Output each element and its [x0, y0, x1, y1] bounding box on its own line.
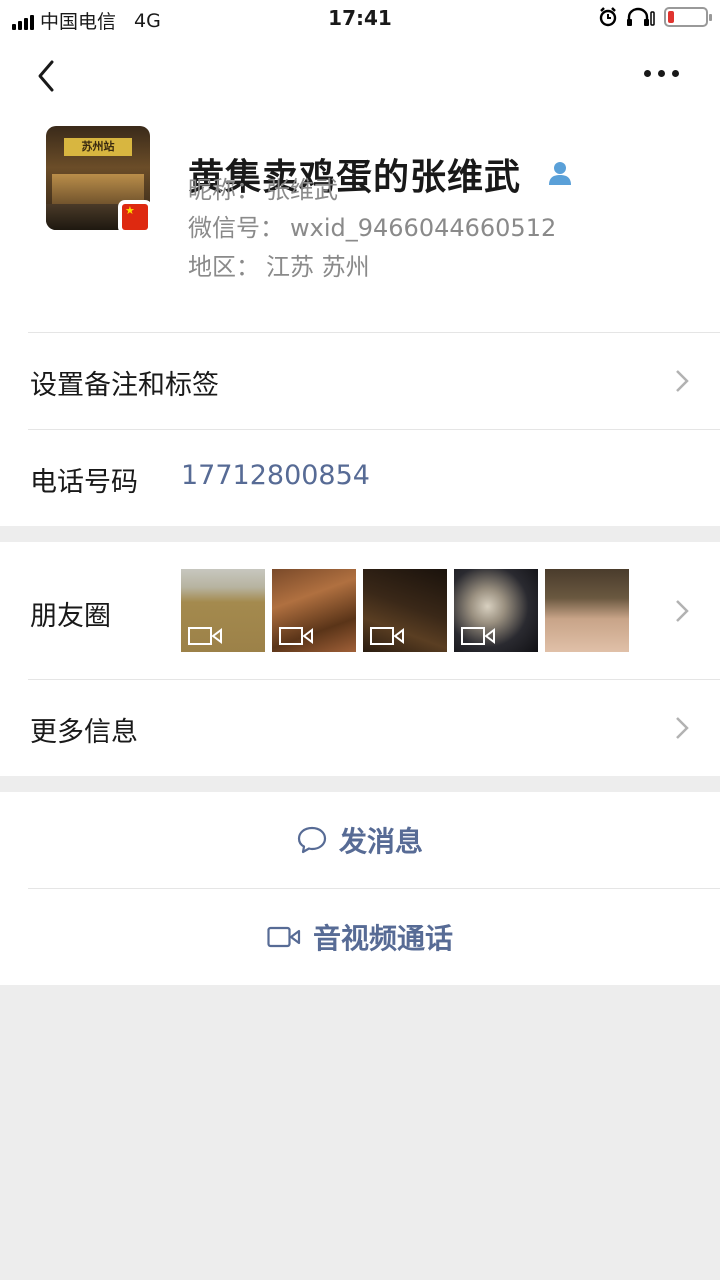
moments-label: 朋友圈	[30, 601, 111, 632]
remark-tags-label: 设置备注和标签	[30, 370, 219, 401]
phone-row[interactable]: 电话号码 17712800854	[0, 430, 720, 526]
region-value: 江苏 苏州	[266, 253, 370, 281]
china-flag-icon	[118, 200, 152, 234]
more-info-row[interactable]: 更多信息	[0, 680, 720, 776]
nickname-value: 张维武	[266, 176, 338, 204]
status-right	[598, 7, 712, 27]
male-gender-icon	[549, 162, 571, 185]
chevron-right-icon	[676, 600, 689, 622]
nickname-line: 昵称： 张维武	[188, 170, 338, 205]
phone-number[interactable]: 17712800854	[181, 460, 370, 491]
moments-thumbnails	[181, 569, 629, 652]
wechat-id-value: wxid_9466044660512	[290, 214, 557, 242]
remark-tags-row[interactable]: 设置备注和标签	[0, 333, 720, 429]
moments-row[interactable]: 朋友圈	[0, 542, 720, 679]
video-call-icon	[267, 926, 301, 948]
video-icon	[461, 627, 495, 645]
battery-icon	[664, 7, 712, 27]
video-icon	[279, 627, 313, 645]
phone-label: 电话号码	[30, 467, 138, 498]
region-line: 地区： 江苏 苏州	[188, 247, 370, 282]
avatar-sign: 苏州站	[64, 138, 132, 156]
headphones-icon	[627, 7, 655, 26]
more-dots-icon[interactable]	[644, 66, 684, 80]
more-info-label: 更多信息	[30, 717, 138, 748]
chevron-right-icon	[676, 370, 689, 392]
back-arrow-icon[interactable]	[28, 56, 68, 96]
moment-thumbnail	[545, 569, 629, 652]
video-icon	[188, 627, 222, 645]
moment-thumbnail	[454, 569, 538, 652]
moments-card: 朋友圈 更多信息	[0, 542, 720, 776]
video-call-label: 音视频通话	[312, 922, 453, 955]
nickname-label: 昵称：	[188, 176, 260, 204]
moment-thumbnail	[363, 569, 447, 652]
chat-bubble-icon	[297, 826, 327, 854]
moment-thumbnail	[181, 569, 265, 652]
moment-thumbnail	[272, 569, 356, 652]
chevron-right-icon	[676, 717, 689, 739]
wechat-id-line: 微信号： wxid_9466044660512	[188, 208, 556, 243]
actions-card: 发消息 音视频通话	[0, 792, 720, 985]
alarm-icon	[599, 7, 617, 27]
video-icon	[370, 627, 404, 645]
wechat-id-label: 微信号：	[188, 214, 284, 242]
send-message-label: 发消息	[338, 825, 423, 858]
region-label: 地区：	[188, 253, 260, 281]
status-bar: 中国电信 4G 17:41	[0, 0, 720, 38]
profile-card: 苏州站 黄集卖鸡蛋的张维武 昵称：张维武 微信号：wxid_9466044660…	[0, 38, 720, 526]
video-call-button[interactable]: 音视频通话	[0, 889, 720, 985]
send-message-button[interactable]: 发消息	[0, 792, 720, 888]
